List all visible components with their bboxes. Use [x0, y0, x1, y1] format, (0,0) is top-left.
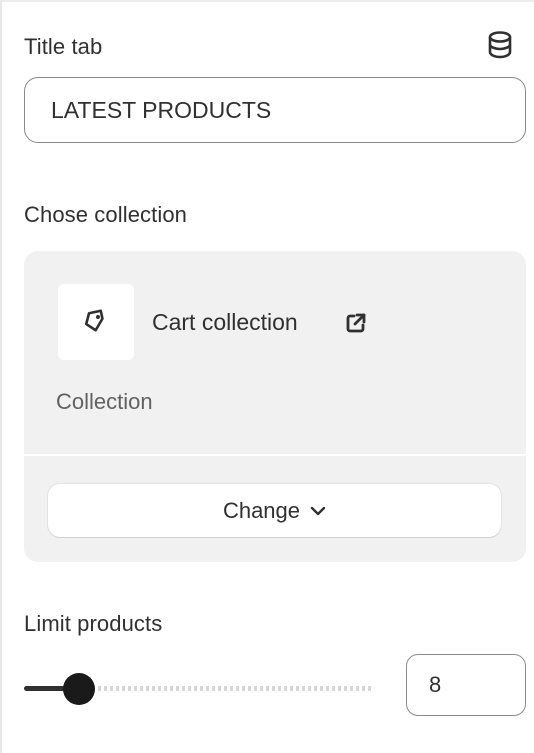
- slider-track[interactable]: [80, 686, 374, 691]
- card-divider: [24, 454, 526, 456]
- collection-name-link[interactable]: Cart collection: [152, 309, 298, 336]
- limit-products-label: Limit products: [24, 611, 163, 636]
- title-tab-label: Title tab: [24, 34, 103, 59]
- limit-products-value: 8: [429, 672, 442, 697]
- collection-thumbnail: [58, 284, 134, 360]
- collection-label: Chose collection: [24, 202, 188, 227]
- chevron-down-icon: [310, 506, 326, 515]
- change-collection-button[interactable]: Change: [48, 484, 501, 537]
- tag-icon: [84, 309, 104, 332]
- external-link-icon[interactable]: [345, 312, 367, 334]
- settings-panel: Title tab LATEST PRODUCTS Chose collecti…: [0, 0, 534, 753]
- collection-type: Collection: [56, 389, 153, 414]
- title-tab-input[interactable]: LATEST PRODUCTS: [24, 77, 526, 143]
- database-icon[interactable]: [486, 30, 514, 60]
- slider-thumb[interactable]: [63, 673, 95, 705]
- limit-products-input[interactable]: 8: [406, 654, 526, 716]
- title-tab-value: LATEST PRODUCTS: [51, 96, 272, 123]
- collection-card: Cart collection Collection Change: [24, 251, 526, 562]
- change-button-label: Change: [222, 497, 301, 523]
